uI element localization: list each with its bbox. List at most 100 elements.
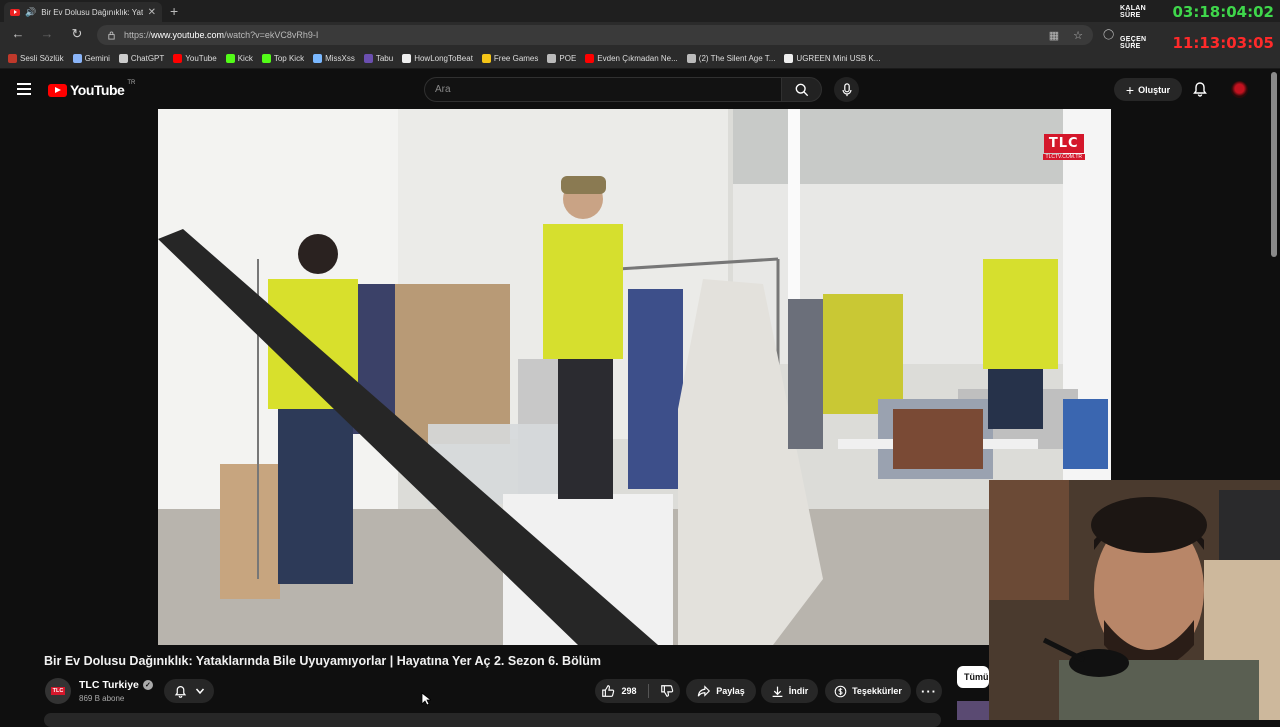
create-button[interactable]: + Oluştur [1114,78,1182,101]
like-count: 298 [621,686,637,696]
hltb-icon [402,53,412,63]
bookmark-label: Sesli Sözlük [20,53,64,63]
bookmark-label: (2) The Silent Age T... [698,53,776,63]
like-button[interactable]: 298 [601,684,637,698]
speaker-icon[interactable]: 🔊 [25,7,36,18]
bookmark-item[interactable]: ChatGPT [118,53,165,63]
webcam-image [989,480,1280,720]
folder-icon [547,53,557,63]
bookmark-item[interactable]: HowLongToBeat [402,53,473,63]
menu-icon[interactable] [17,83,31,98]
subscribed-notifications-button[interactable] [164,679,214,703]
install-app-icon[interactable]: ▦ [1049,29,1059,42]
kick-icon [225,53,235,63]
reload-icon[interactable]: ↻ [68,26,86,42]
bookmark-label: ChatGPT [130,53,165,63]
amazon-icon [784,53,794,63]
subscriber-count: 869 B abone [79,694,125,703]
bookmark-item[interactable]: Tabu [363,53,394,63]
bookmark-item[interactable]: YouTube [173,53,217,63]
bookmark-label: Top Kick [273,53,305,63]
bookmark-label: HowLongToBeat [414,53,473,63]
bookmark-item[interactable]: Free Games [481,53,538,63]
youtube-header: YouTube TR Ara + Oluştur [0,70,1280,109]
bookmark-item[interactable]: Sesli Sözlük [8,53,64,63]
forward-arrow-icon[interactable]: → [38,26,56,41]
kick-icon [261,53,271,63]
bookmark-label: Gemini [84,53,110,63]
tag-icon [481,53,491,63]
search-input[interactable]: Ara [424,77,782,102]
sparkle-icon [72,53,82,63]
more-actions-button[interactable]: ··· [916,679,942,703]
microphone-icon [841,82,852,96]
globe-icon [686,53,696,63]
notifications-bell-icon[interactable] [1192,81,1208,97]
page-scrollbar[interactable] [1271,72,1277,257]
channel-avatar[interactable]: TLC [45,678,71,704]
bookmark-label: MissXss [325,53,355,63]
description-box[interactable] [44,713,941,727]
webcam-overlay [989,480,1280,720]
openai-icon [118,53,128,63]
browser-tab[interactable]: 🔊 Bir Ev Dolusu Dağınıklık: Yat ✕ [4,2,162,22]
tlc-watermark: TLC TLCTV.COM.TR [1042,134,1085,160]
address-bar[interactable]: https://www.youtube.com/watch?v=ekVC8vRh… [97,25,1093,45]
elapsed-time-value: 11:13:03:05 [1172,34,1275,52]
flag-icon [8,53,17,63]
bookmark-label: YouTube [185,53,217,63]
bookmark-star-icon[interactable]: ☆ [1073,29,1083,42]
download-button[interactable]: İndir [761,679,818,703]
youtube-logo[interactable]: YouTube TR [48,80,135,98]
video-frame-image [158,109,1111,645]
like-dislike-group: 298 [595,679,680,703]
account-avatar[interactable] [1231,81,1248,98]
voice-search-button[interactable] [834,77,859,102]
stream-timer-overlay: KALAN SÜRE 03:18:04:02 GEÇEN SÜRE 11:13:… [1120,0,1280,54]
bookmark-label: Kick [237,53,253,63]
filter-chip-all[interactable]: Tümü [957,666,989,688]
remaining-time-label: KALAN SÜRE [1120,5,1146,19]
bookmark-item[interactable]: UGREEN Mini USB K... [784,53,881,63]
channel-name[interactable]: TLC Turkiye ✓ [79,679,153,691]
bookmark-item[interactable]: Kick [225,53,253,63]
remaining-time-value: 03:18:04:02 [1172,3,1275,21]
plus-icon: + [1125,81,1135,98]
bookmark-label: Tabu [375,53,394,63]
thanks-dollar-icon [834,685,847,697]
share-button[interactable]: Paylaş [686,679,756,703]
bookmark-item[interactable]: Top Kick [261,53,305,63]
thumbs-up-icon [602,685,615,697]
video-title: Bir Ev Dolusu Dağınıklık: Yataklarında B… [44,654,601,668]
bookmark-item[interactable]: Gemini [72,53,110,63]
share-arrow-icon [697,685,711,697]
recommended-thumbnail[interactable] [957,701,989,720]
youtube-play-icon [48,83,67,97]
more-dots-icon: ··· [921,683,937,699]
browser-toolbar: ← → ↻ https://www.youtube.com/watch?v=ek… [0,22,1280,48]
mouse-cursor-icon [421,692,431,706]
chevron-down-icon [195,688,204,695]
search-button[interactable] [781,77,822,102]
youtube-icon [585,53,595,63]
bookmark-label: POE [559,53,577,63]
bell-icon [174,685,186,698]
bookmark-item[interactable]: (2) The Silent Age T... [686,53,776,63]
divider [647,684,649,698]
back-arrow-icon[interactable]: ← [9,26,27,41]
bookmark-item[interactable]: POE [547,53,577,63]
thumbs-down-icon[interactable] [660,684,674,698]
bookmark-label: UGREEN Mini USB K... [796,53,881,63]
site-info-icon[interactable] [107,31,116,40]
browser-tabstrip: 🔊 Bir Ev Dolusu Dağınıklık: Yat ✕ + [0,0,1280,22]
close-tab-icon[interactable]: ✕ [148,7,156,18]
new-tab-icon[interactable]: + [170,3,178,19]
verified-check-icon: ✓ [142,680,153,690]
thanks-button[interactable]: Teşekkürler [825,679,911,703]
video-player[interactable]: TLC TLCTV.COM.TR [158,109,1111,645]
extension-icon[interactable]: ◯ [1103,29,1114,40]
bookmark-item[interactable]: MissXss [313,53,355,63]
search-icon [795,83,808,96]
tab-title: Bir Ev Dolusu Dağınıklık: Yat [41,7,143,17]
bookmark-item[interactable]: Evden Çıkmadan Ne... [585,53,678,63]
